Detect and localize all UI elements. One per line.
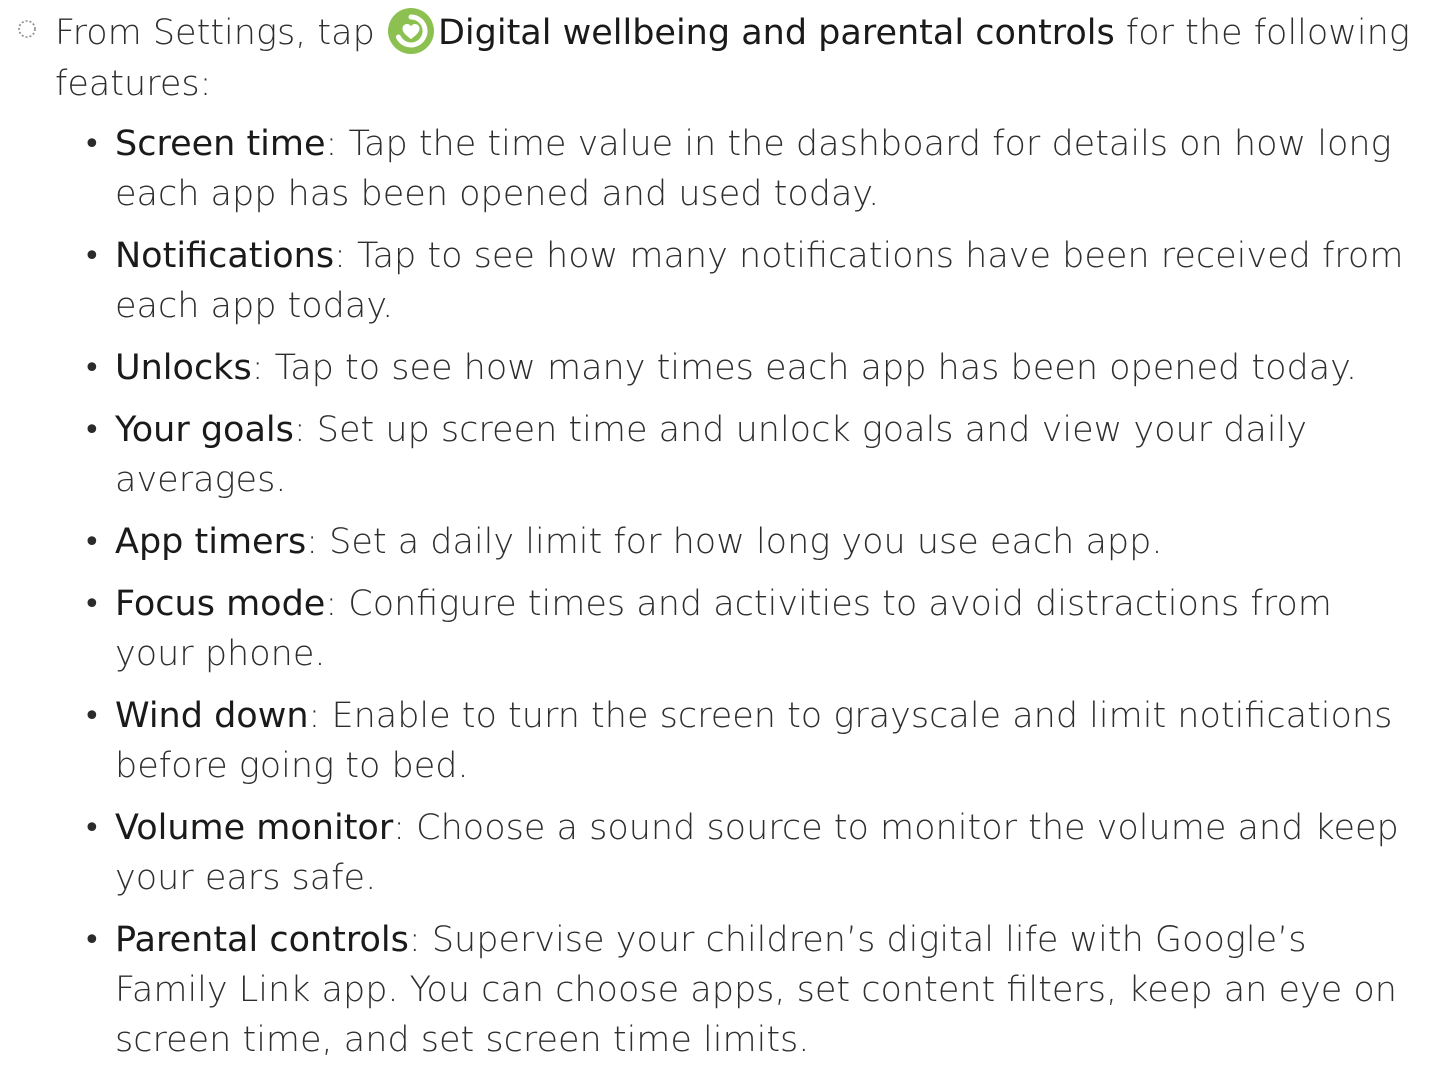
feature-term: App timers <box>115 522 307 562</box>
digital-wellbeing-icon <box>387 8 434 54</box>
feature-term: Your goals <box>115 410 294 450</box>
step-circle-icon <box>18 20 36 38</box>
feature-term: Focus mode <box>115 584 326 624</box>
bullet: • <box>83 525 101 560</box>
feature-term: Wind down <box>115 696 309 736</box>
feature-term: Volume monitor <box>115 808 394 848</box>
feature-term: Notifications <box>115 236 335 276</box>
feature-term: Screen time <box>115 124 326 164</box>
bullet: • <box>83 239 101 274</box>
feature-term: Unlocks <box>115 348 252 388</box>
bullet: • <box>83 699 101 734</box>
feature-description: : Set up screen time and unlock goals an… <box>115 410 1308 500</box>
bullet: • <box>83 413 101 448</box>
bullet: • <box>83 127 101 162</box>
intro-text: From Settings, tap Digital wellbeing and… <box>55 6 1415 110</box>
bullet: • <box>83 923 101 958</box>
feature-term: Parental controls <box>115 920 409 960</box>
feature-description: : Tap to see how many times each app has… <box>251 348 1358 388</box>
bullet: • <box>83 587 101 622</box>
setting-name: Digital wellbeing and parental controls <box>437 13 1115 53</box>
intro-prefix: From Settings, tap <box>55 13 375 53</box>
bullet: • <box>83 351 101 386</box>
feature-description: : Set a daily limit for how long you use… <box>306 522 1163 562</box>
bullet: • <box>83 811 101 846</box>
